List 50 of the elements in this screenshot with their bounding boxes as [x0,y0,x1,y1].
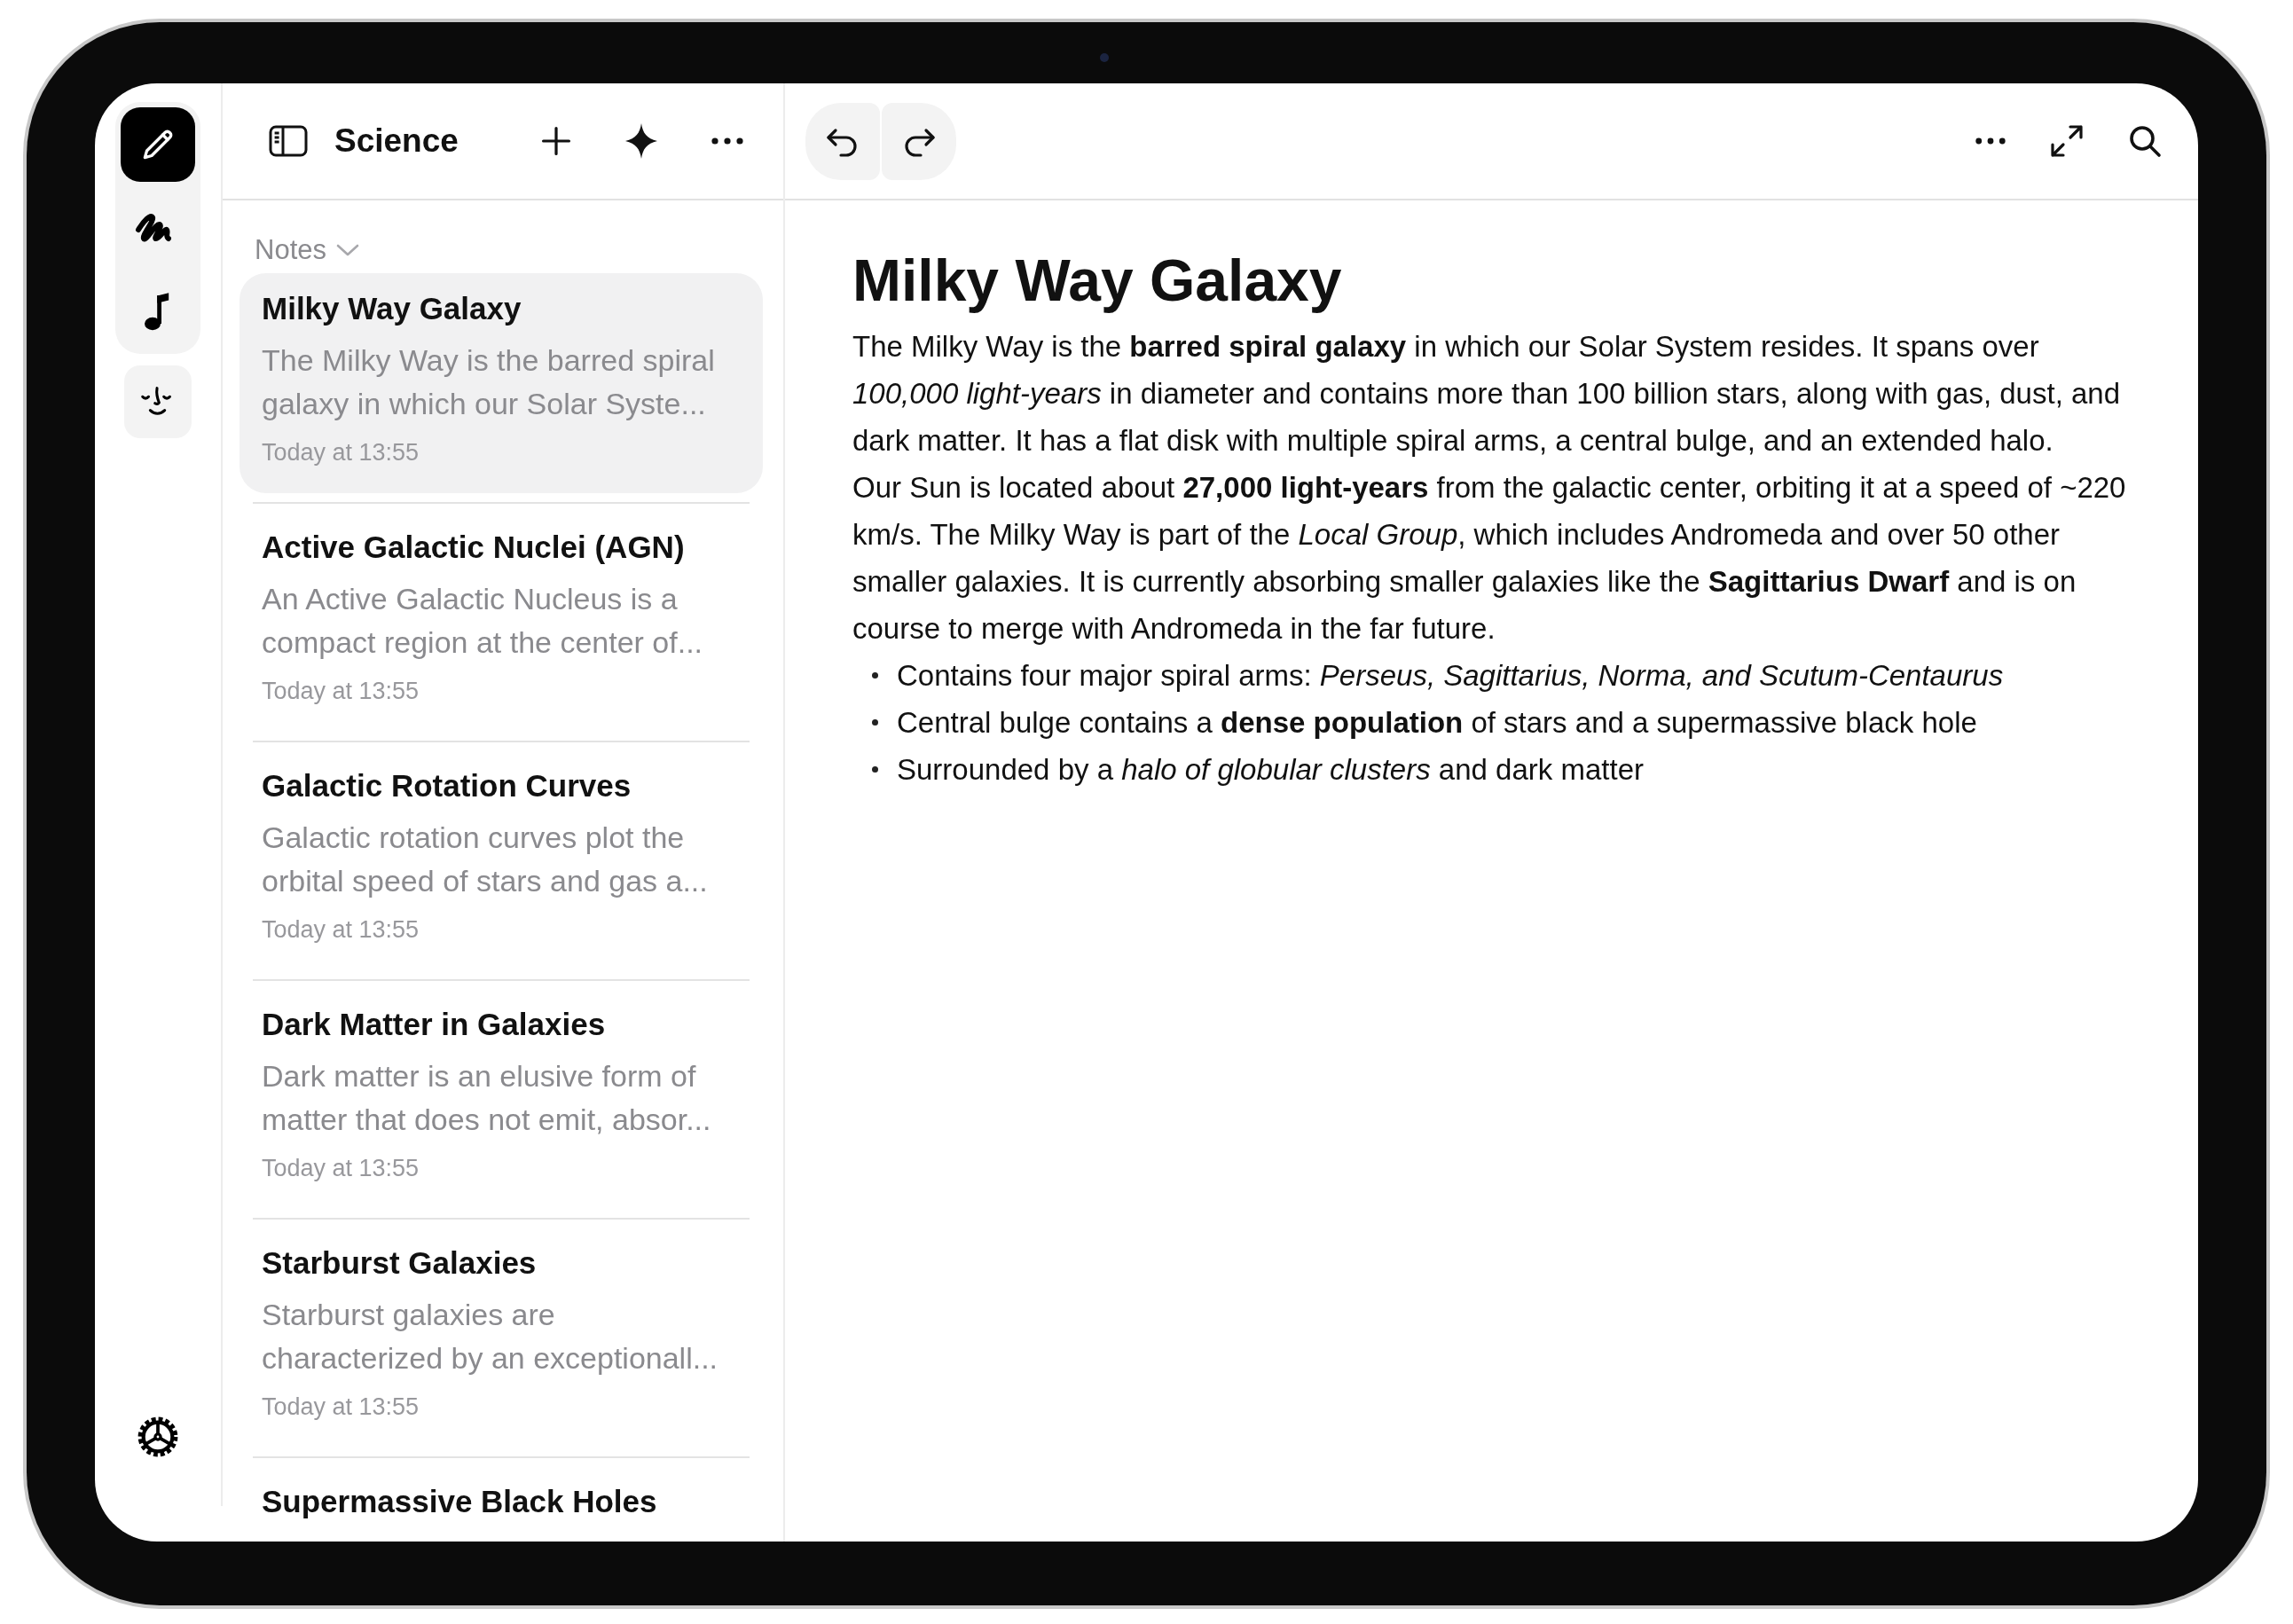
note-date: Today at 13:55 [262,1393,420,1422]
note-title: Starburst Galaxies [262,1245,538,1281]
more-button[interactable] [711,137,744,145]
bullet-icon [872,766,878,773]
search-button[interactable] [2127,123,2163,159]
folder-title: Science [334,122,459,160]
note-date: Today at 13:55 [262,1154,420,1183]
bullet-text: Surrounded by a halo of globular clusters and dark matter [897,752,1644,788]
body-paragraph: Our Sun is located about 27,000 light-years from the galactic center, orbiting it at a speed of ~220 km/s. The Milky Way is part of the Local Group, which includes Andromeda and over 50 other smaller galaxies. It is currently absorbing smaller galaxies like the Sagittarius Dwarf and is on course to merge with Andromeda in the far future. [852,470,2127,647]
search-icon [2127,123,2163,159]
note-title: Active Galactic Nuclei (AGN) [262,530,686,565]
note-title: Galactic Rotation Curves [262,768,632,804]
tool-button[interactable] [121,107,195,182]
note-date: Today at 13:55 [262,915,420,945]
note-preview: An Active Galactic Nucleus is a compact region at the center of... [262,581,704,661]
note-item[interactable]: Supermassive Black Holes [240,1466,763,1542]
expand-icon [2049,123,2085,159]
note-preview: Galactic rotation curves plot the orbital speed of stars and gas a... [262,820,709,899]
sidebar-icon [269,123,308,159]
more-icon [711,137,744,145]
note-title: Milky Way Galaxy [262,291,522,326]
new-note-button[interactable] [540,125,572,157]
note-heading: Milky Way Galaxy [852,247,1343,315]
more-icon [1975,137,2006,145]
note-item[interactable]: Galactic Rotation Curves Galactic rotation curves plot the orbital speed of stars and gas a... Today at 13:55 [240,750,763,970]
note-preview: The Milky Way is the barred spiral galaxy in which our Solar Syste... [262,342,716,422]
redo-button[interactable] [882,102,956,180]
sidebar-toggle-button[interactable] [269,123,308,159]
bullet-icon [872,672,878,679]
more-button[interactable] [1975,137,2006,145]
note-item[interactable]: Milky Way Galaxy The Milky Way is the barred spiral galaxy in which our Solar Syste... Today at 13:55 [240,273,763,493]
note-item[interactable]: Dark Matter in Galaxies Dark matter is an elusive form of matter that does not emit, absor... Today at 13:55 [240,989,763,1209]
note-preview: Dark matter is an elusive form of matter that does not emit, absor... [262,1058,712,1138]
note-title: Supermassive Black Holes [262,1484,658,1519]
note-date: Today at 13:55 [262,677,420,706]
body-paragraph: The Milky Way is the barred spiral galaxy in which our Solar System resides. It spans over 100,000 light-years in diameter and contains more than 100 billion stars, along with gas, dust, and dark matter. It has a flat disk with multiple spiral arms, a central bulge, and an extended halo. [852,329,2122,459]
undo-button[interactable] [805,102,880,180]
note-item[interactable]: Active Galactic Nuclei (AGN) An Active Galactic Nucleus is a compact region at the center of... Today at 13:55 [240,512,763,732]
note-date: Today at 13:55 [262,438,420,467]
note-title: Dark Matter in Galaxies [262,1007,607,1042]
plus-icon [540,125,572,157]
bullet-icon [872,719,878,726]
fullscreen-button[interactable] [2049,123,2085,159]
bullet-text: Central bulge contains a dense population of stars and a supermassive black hole [897,705,1977,741]
camera-lens [1100,53,1109,62]
section-label: Notes [255,234,326,266]
bullet-text: Contains four major spiral arms: Perseus, Sagittarius, Norma, and Scutum-Centaurus [897,658,2004,694]
note-preview: Starburst galaxies are characterized by an exceptionall... [262,1297,719,1377]
face-button[interactable] [124,365,192,438]
note-item[interactable]: Starburst Galaxies Starburst galaxies are characterized by an exceptionall... Today at 13:55 [240,1228,763,1447]
